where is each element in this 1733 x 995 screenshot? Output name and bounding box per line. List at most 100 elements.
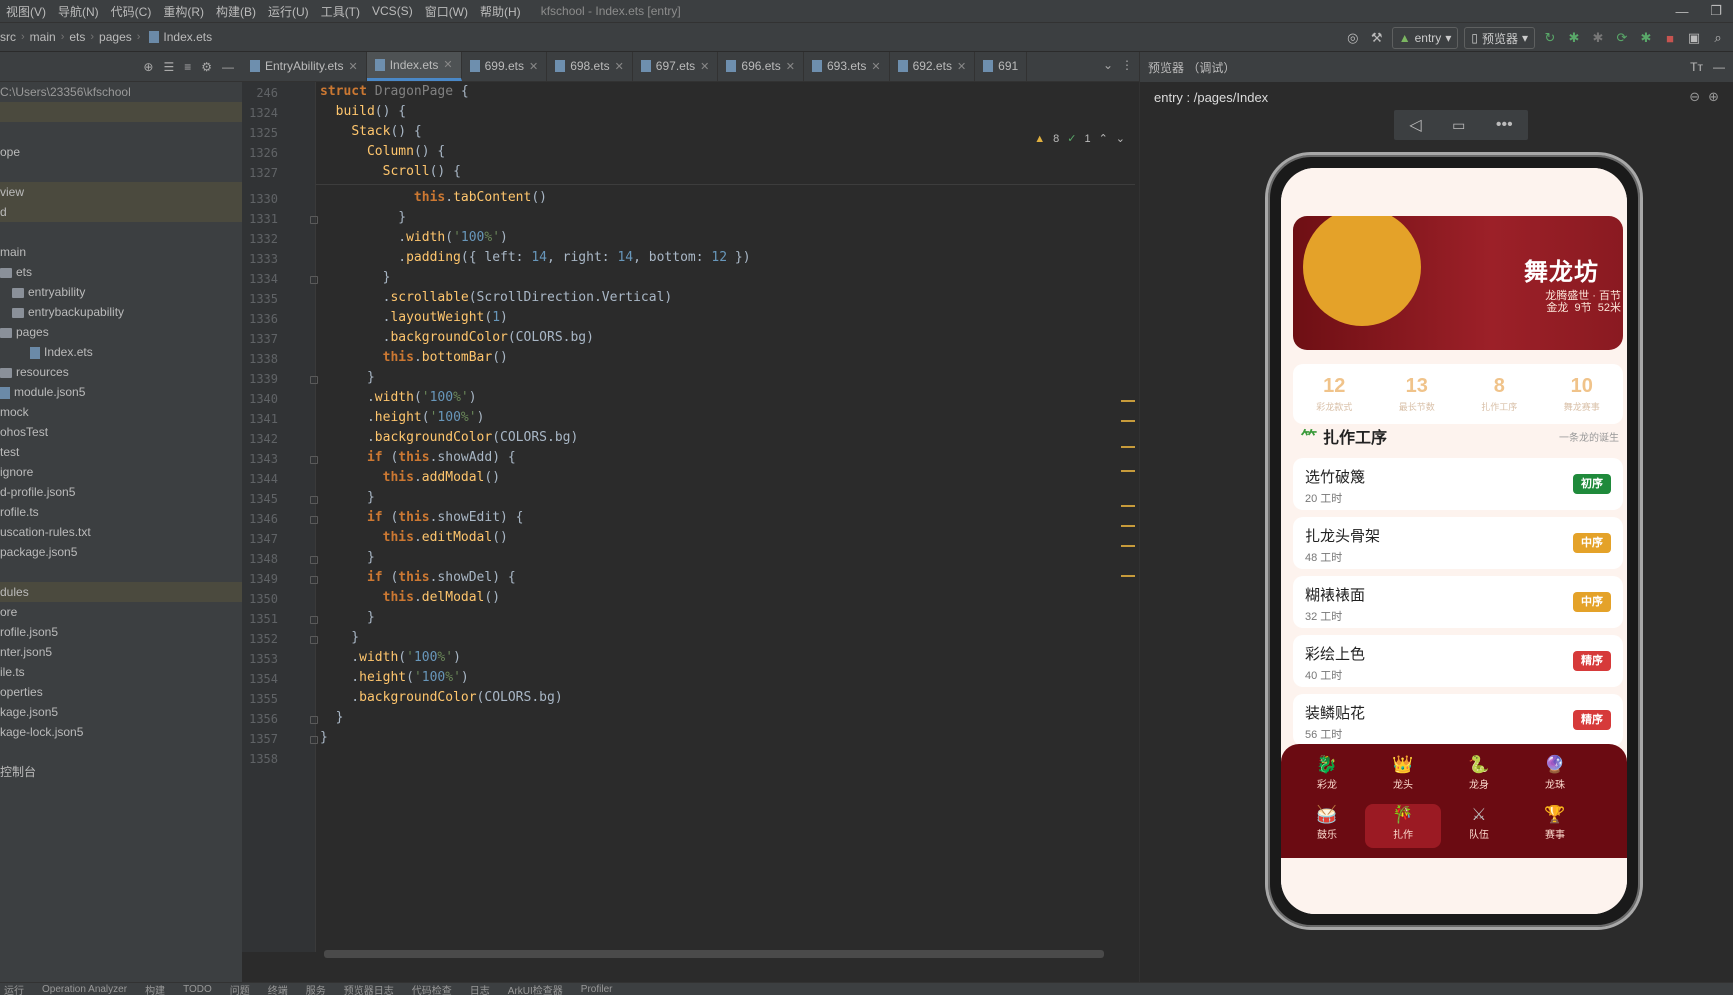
menu-item[interactable]: 代码(C) bbox=[105, 3, 158, 20]
nav-item[interactable]: 🔮 龙珠 bbox=[1517, 754, 1593, 798]
nav-item[interactable]: 🥁 鼓乐 bbox=[1289, 804, 1365, 848]
code-line[interactable]: } bbox=[320, 710, 344, 725]
code-line[interactable]: this.tabContent() bbox=[320, 190, 547, 205]
close-icon[interactable]: ✕ bbox=[700, 60, 709, 73]
tree-item[interactable]: ore bbox=[0, 602, 242, 622]
code-line[interactable]: Stack() { bbox=[320, 124, 421, 139]
previewer-select[interactable]: ▯ 预览器 ▾ bbox=[1464, 27, 1535, 49]
search-icon[interactable]: ⌕ bbox=[1709, 29, 1727, 47]
process-card[interactable]: 彩绘上色 40 工时 精序 bbox=[1293, 635, 1623, 687]
gear-icon[interactable]: ⚙ bbox=[201, 60, 212, 74]
tree-item[interactable]: ope bbox=[0, 142, 242, 162]
fold-marker[interactable] bbox=[310, 276, 318, 284]
tree-item[interactable]: mock bbox=[0, 402, 242, 422]
code-line[interactable]: .width('100%') bbox=[320, 390, 477, 405]
nav-item[interactable]: 🎋 扎作 bbox=[1365, 804, 1441, 848]
maximize-icon[interactable]: ❐ bbox=[1699, 3, 1733, 19]
warning-marker[interactable] bbox=[1121, 420, 1135, 422]
code-line[interactable]: this.editModal() bbox=[320, 530, 508, 545]
breadcrumb-item[interactable]: main bbox=[30, 30, 56, 44]
editor-tab[interactable]: 696.ets ✕ bbox=[718, 52, 804, 81]
breadcrumb-item[interactable]: ets bbox=[69, 30, 85, 44]
tree-item[interactable]: rofile.ts bbox=[0, 502, 242, 522]
font-size-icon[interactable]: Tт bbox=[1690, 60, 1703, 74]
tree-item[interactable]: view bbox=[0, 182, 242, 202]
tool-window-button[interactable]: ArkUI检查器 bbox=[508, 983, 563, 995]
tool-window-button[interactable]: Profiler bbox=[581, 984, 613, 995]
nav-item[interactable]: 🐉 彩龙 bbox=[1289, 754, 1365, 798]
warning-marker[interactable] bbox=[1121, 525, 1135, 527]
breadcrumb-item[interactable]: pages bbox=[99, 30, 132, 44]
editor-tab[interactable]: 699.ets ✕ bbox=[462, 52, 548, 81]
breadcrumb-item[interactable]: src bbox=[0, 30, 16, 44]
zoom-out-icon[interactable]: ⊖ bbox=[1689, 89, 1700, 105]
hide-icon[interactable]: — bbox=[1713, 60, 1725, 74]
tree-item[interactable] bbox=[0, 122, 242, 142]
tool-window-button[interactable]: 服务 bbox=[306, 983, 326, 995]
more-icon[interactable]: ⋮ bbox=[1121, 58, 1133, 72]
process-card[interactable]: 选竹破篾 20 工时 初序 bbox=[1293, 458, 1623, 510]
tree-item[interactable]: main bbox=[0, 242, 242, 262]
chevron-down-icon[interactable]: ⌄ bbox=[1116, 132, 1125, 145]
code-line[interactable]: build() { bbox=[320, 104, 406, 119]
tool-window-button[interactable]: 预览器日志 bbox=[344, 983, 394, 995]
tree-item[interactable]: d-profile.json5 bbox=[0, 482, 242, 502]
code-line[interactable]: if (this.showAdd) { bbox=[320, 450, 516, 465]
stop-icon[interactable]: ■ bbox=[1661, 29, 1679, 47]
debug-icon[interactable]: ✱ bbox=[1565, 29, 1583, 47]
menu-item[interactable]: 重构(R) bbox=[157, 3, 210, 20]
code-line[interactable]: Scroll() { bbox=[320, 164, 461, 179]
fold-marker[interactable] bbox=[310, 716, 318, 724]
tree-item[interactable]: ets bbox=[0, 262, 242, 282]
menu-item[interactable]: 窗口(W) bbox=[419, 3, 474, 20]
code-line[interactable]: } bbox=[320, 370, 375, 385]
nav-item[interactable]: ⚔ 队伍 bbox=[1441, 804, 1517, 848]
close-icon[interactable]: ✕ bbox=[348, 60, 357, 73]
code-line[interactable]: } bbox=[320, 630, 359, 645]
warning-marker[interactable] bbox=[1121, 400, 1135, 402]
tool-window-button[interactable]: 问题 bbox=[230, 983, 250, 995]
rerun-icon[interactable]: ⟳ bbox=[1613, 29, 1631, 47]
tool-window-button[interactable]: 终端 bbox=[268, 983, 288, 995]
code-line[interactable]: } bbox=[320, 730, 328, 745]
code-line[interactable]: .scrollable(ScrollDirection.Vertical) bbox=[320, 290, 673, 305]
close-icon[interactable]: ✕ bbox=[786, 60, 795, 73]
tree-item[interactable]: test bbox=[0, 442, 242, 462]
project-root-path[interactable]: C:\Users\23356\kfschool bbox=[0, 82, 242, 102]
warning-marker[interactable] bbox=[1121, 545, 1135, 547]
profile-icon[interactable]: ✱ bbox=[1637, 29, 1655, 47]
fold-marker[interactable] bbox=[310, 456, 318, 464]
run-config-select[interactable]: ▲ entry ▾ bbox=[1391, 27, 1459, 49]
run-icon[interactable]: ↻ bbox=[1541, 29, 1559, 47]
warning-marker[interactable] bbox=[1121, 575, 1135, 577]
menu-item[interactable]: VCS(S) bbox=[366, 4, 419, 18]
close-icon[interactable]: ✕ bbox=[871, 60, 880, 73]
tree-item[interactable]: ignore bbox=[0, 462, 242, 482]
tree-item[interactable] bbox=[0, 162, 242, 182]
fold-marker[interactable] bbox=[310, 556, 318, 564]
process-card[interactable]: 糊裱裱面 32 工时 中序 bbox=[1293, 576, 1623, 628]
chevron-up-icon[interactable]: ⌃ bbox=[1099, 132, 1108, 145]
tree-item[interactable]: ohosTest bbox=[0, 422, 242, 442]
tree-item[interactable]: package.json5 bbox=[0, 542, 242, 562]
fold-marker[interactable] bbox=[310, 616, 318, 624]
tree-item[interactable] bbox=[0, 562, 242, 582]
attach-icon[interactable]: ✱ bbox=[1589, 29, 1607, 47]
fold-marker[interactable] bbox=[310, 736, 318, 744]
tree-item[interactable]: nter.json5 bbox=[0, 642, 242, 662]
code-line[interactable]: .height('100%') bbox=[320, 410, 484, 425]
code-line[interactable]: } bbox=[320, 490, 375, 505]
rotate-icon[interactable]: ▭ bbox=[1452, 117, 1465, 134]
tree-item[interactable] bbox=[0, 742, 242, 762]
inspection-widget[interactable]: ▲ 8 ✓ 1 ⌃ ⌄ bbox=[1034, 132, 1125, 146]
warning-marker[interactable] bbox=[1121, 505, 1135, 507]
tree-item[interactable]: kage.json5 bbox=[0, 702, 242, 722]
horizontal-scrollbar[interactable] bbox=[324, 950, 1104, 958]
tree-item[interactable]: kage-lock.json5 bbox=[0, 722, 242, 742]
back-icon[interactable]: ◁ bbox=[1409, 115, 1421, 135]
code-line[interactable]: this.delModal() bbox=[320, 590, 500, 605]
chevron-down-icon[interactable]: ⌄ bbox=[1103, 58, 1113, 72]
editor-tab[interactable]: 697.ets ✕ bbox=[633, 52, 719, 81]
code-line[interactable]: } bbox=[320, 270, 391, 285]
hide-icon[interactable]: — bbox=[222, 60, 234, 74]
